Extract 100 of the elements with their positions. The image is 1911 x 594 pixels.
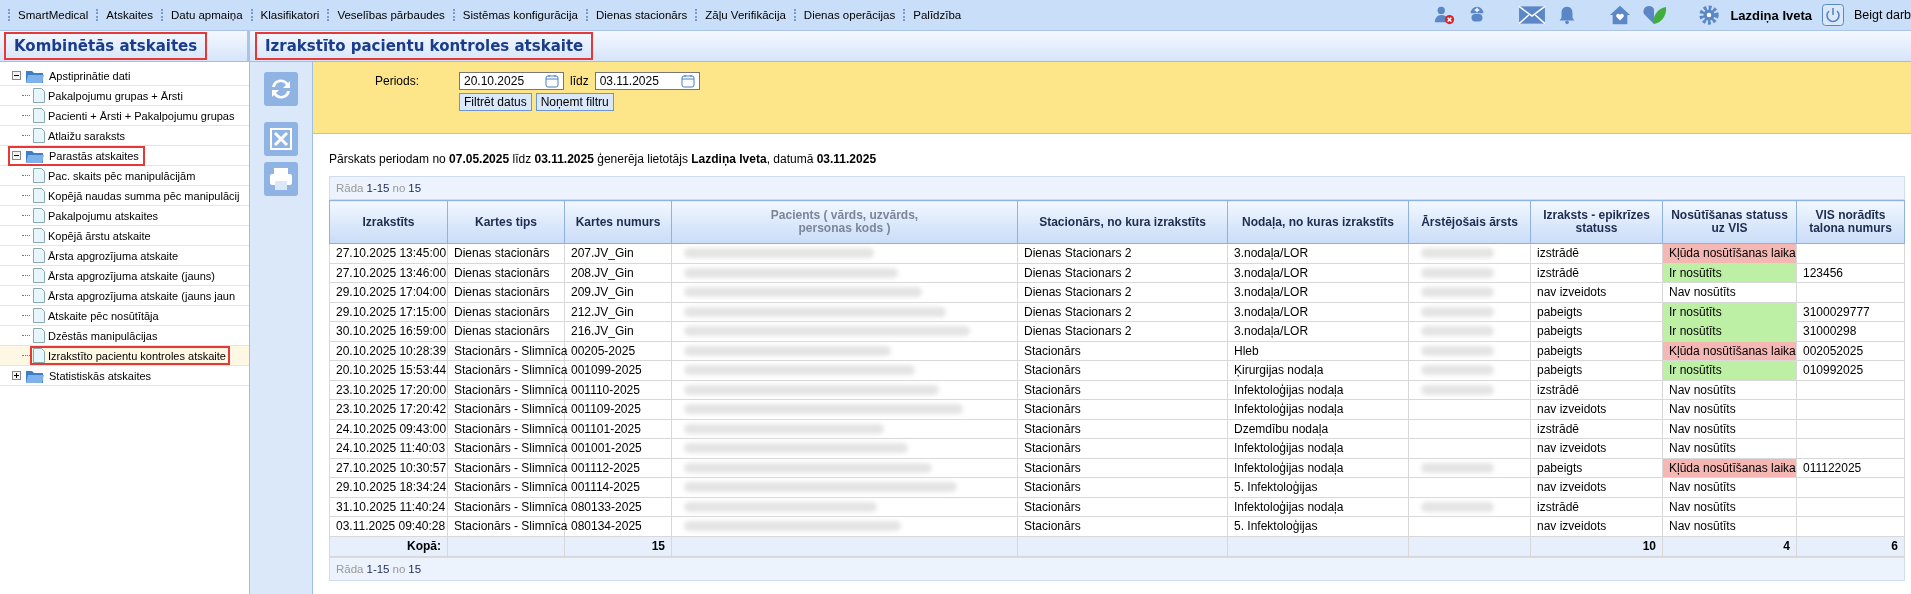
report-summary: Pārskats periodam no 07.05.2025 līdz 03.11.2025 ģenerēja lietotājs Lazdiņa Iveta, datumā 03.11.2025 <box>329 152 878 166</box>
column-header[interactable]: Izraksts - epikrīzes statuss <box>1530 200 1663 244</box>
table-cell: Stacionārs <box>1017 399 1228 419</box>
menu-item[interactable]: Sistēmas konfigurācija <box>452 9 586 21</box>
refresh-button[interactable] <box>264 72 298 106</box>
table-cell: Stacionārs <box>1017 477 1228 497</box>
user-name: Lazdiņa Iveta <box>1730 7 1812 23</box>
document-icon <box>33 208 45 223</box>
tree-group[interactable]: Apstiprinātie dati <box>49 69 131 82</box>
totals-label: Kopā: <box>329 536 448 556</box>
tree-group[interactable]: Statistiskās atskaites <box>49 369 152 382</box>
tree-item[interactable]: Kopējā ārstu atskaite <box>48 229 151 242</box>
menu-item[interactable]: Klasifikatori <box>250 9 328 21</box>
table-cell: izstrādē <box>1530 380 1663 400</box>
logout-link[interactable]: Beigt darb <box>1854 8 1911 22</box>
heart-leaf-icon[interactable] <box>1642 4 1669 26</box>
tree-item[interactable]: Atskaite pēc nosūtītāja <box>48 309 159 322</box>
table-cell: Stacionārs <box>1017 516 1228 536</box>
table-cell: Infektoloģijas nodaļa <box>1227 458 1409 478</box>
date-to-field[interactable]: 03.11.2025 <box>594 72 700 90</box>
table-cell: 24.10.2025 11:40:03 <box>329 438 448 458</box>
table-cell: 011122025 <box>1796 458 1905 478</box>
menu-item[interactable]: Veselības pārbaudes <box>327 9 453 21</box>
table-cell: nav izveidots <box>1530 438 1663 458</box>
tree-item[interactable]: Dzēstās manipulācijas <box>48 329 158 342</box>
table-cell: Infektoloģijas nodaļa <box>1227 399 1409 419</box>
tree-item[interactable]: Pakalpojumu atskaites <box>48 209 159 222</box>
tree-item[interactable]: Ārsta apgrozījuma atskaite (jauns) <box>48 269 215 282</box>
expander-icon[interactable] <box>12 71 21 80</box>
table-cell: 002052025 <box>1796 341 1905 361</box>
expander-icon[interactable] <box>12 371 21 380</box>
table-cell: nav izveidots <box>1530 282 1663 302</box>
tree-item[interactable]: Pacienti + Ārsti + Pakalpojumu grupas <box>48 109 235 122</box>
table-cell: 010992025 <box>1796 360 1905 380</box>
table-cell: Infektoloģijas nodaļa <box>1227 497 1409 517</box>
excel-export-button[interactable] <box>264 122 298 156</box>
settings-icon[interactable] <box>1698 4 1721 26</box>
document-icon <box>33 288 45 303</box>
table-cell: izstrādē <box>1530 497 1663 517</box>
table-cell: Dienas Stacionars 2 <box>1017 302 1228 322</box>
tree-item[interactable]: Ārsta apgrozījuma atskaite <box>48 249 179 262</box>
menu-item[interactable]: Atskaites <box>96 9 161 21</box>
table-cell: Stacionārs <box>1017 360 1228 380</box>
column-header[interactable]: Ārstējošais ārsts <box>1408 200 1531 244</box>
calendar-icon[interactable] <box>545 74 559 88</box>
table-cell: nav izveidots <box>1530 516 1663 536</box>
table-cell: izstrādē <box>1530 419 1663 439</box>
table-cell: pabeigts <box>1530 321 1663 341</box>
document-icon <box>33 348 45 363</box>
table-cell: pabeigts <box>1530 360 1663 380</box>
tree-item[interactable]: Pakalpojumu grupas + Ārsti <box>48 89 183 102</box>
column-header[interactable]: Stacionārs, no kura izrakstīts <box>1017 200 1228 244</box>
column-header[interactable]: Kartes tips <box>447 200 565 244</box>
column-header[interactable]: Izrakstīts <box>329 200 448 244</box>
expander-icon[interactable] <box>12 151 21 160</box>
table-cell: Hleb <box>1227 341 1409 361</box>
table-cell: Dienas stacionārs <box>447 302 565 322</box>
pager-range: 1-15 <box>366 182 390 194</box>
document-icon <box>33 308 45 323</box>
table-cell: Dienas stacionārs <box>447 263 565 283</box>
table-cell: Dienas Stacionars 2 <box>1017 282 1228 302</box>
table-cell: Nav nosūtīts <box>1662 477 1797 497</box>
document-icon <box>33 248 45 263</box>
table-cell: Ķirurgijas nodaļa <box>1227 360 1409 380</box>
column-header[interactable]: VIS norādīts talona numurs <box>1796 200 1905 244</box>
print-button[interactable] <box>264 162 298 196</box>
date-from-field[interactable]: 20.10.2025 <box>459 72 564 90</box>
table-cell: 3.nodaļa/LOR <box>1227 321 1409 341</box>
menu-item[interactable]: Palīdzība <box>903 9 970 21</box>
column-header[interactable]: Nodaļa, no kuras izrakstīts <box>1227 200 1409 244</box>
filter-button[interactable]: Noņemt filtru <box>535 93 614 111</box>
table-cell: Infektoloģijas nodaļa <box>1227 380 1409 400</box>
table-cell: izstrādē <box>1530 243 1663 263</box>
tree-item[interactable]: Kopējā naudas summa pēc manipulācij <box>48 189 240 202</box>
table-cell: 23.10.2025 17:20:42 <box>329 399 448 419</box>
filter-button[interactable]: Filtrēt datus <box>459 93 532 111</box>
home-icon[interactable] <box>1608 4 1633 26</box>
tree-item[interactable]: Pac. skaits pēc manipulācijām <box>48 169 196 182</box>
menu-item[interactable]: Dienas stacionārs <box>585 9 696 21</box>
table-cell: 208.JV_Gin <box>564 263 672 283</box>
table-cell: 5. Infektoloģijas <box>1227 516 1409 536</box>
column-header[interactable]: Kartes numurs <box>564 200 672 244</box>
calendar-icon[interactable] <box>680 74 695 88</box>
menu-item[interactable]: Datu apmaiņa <box>161 9 251 21</box>
column-header[interactable]: Nosūtīšanas statuss uz VIS <box>1662 200 1797 244</box>
mail-icon[interactable] <box>1518 5 1547 25</box>
table-cell: Nav nosūtīts <box>1662 516 1797 536</box>
menu-item[interactable]: SmartMedical <box>8 9 97 21</box>
power-icon[interactable] <box>1822 4 1844 26</box>
table-cell: 29.10.2025 17:04:00 <box>329 282 448 302</box>
menu-item[interactable]: Dienas operācijas <box>793 9 904 21</box>
user-remove-icon[interactable] <box>1432 4 1457 26</box>
tree-item[interactable]: Atlaižu saraksts <box>48 129 126 142</box>
table-cell: 29.10.2025 18:34:24 <box>329 477 448 497</box>
table-cell: 123456 <box>1796 263 1905 283</box>
menu-item[interactable]: Zāļu Verifikācija <box>695 9 794 21</box>
table-cell: Dzemdību nodaļa <box>1227 419 1409 439</box>
table-cell: Stacionārs <box>1017 380 1228 400</box>
table-cell: 31.10.2025 11:40:24 <box>329 497 448 517</box>
tree-item[interactable]: Ārsta apgrozījuma atskaite (jauns jaun <box>48 289 236 302</box>
